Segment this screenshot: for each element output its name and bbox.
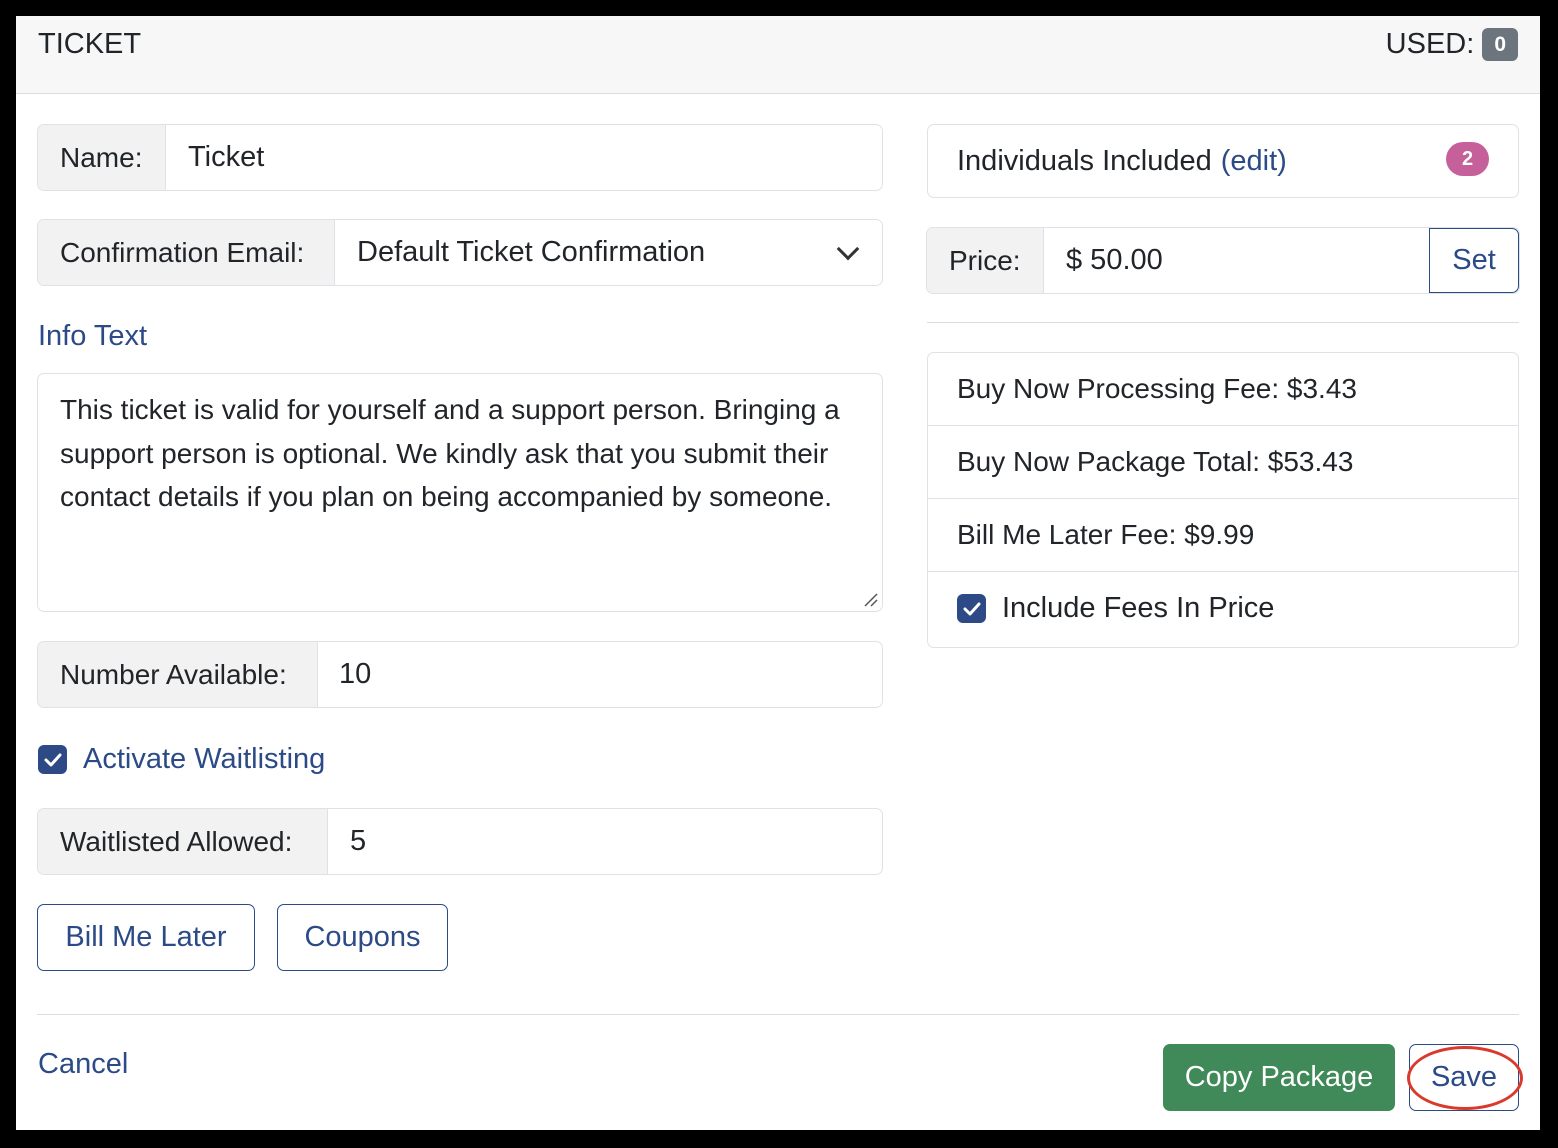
checkmark-icon <box>44 753 61 766</box>
waitlisted-allowed-group: Waitlisted Allowed: 5 <box>37 808 883 875</box>
waitlisted-allowed-label: Waitlisted Allowed: <box>38 809 328 874</box>
number-available-input[interactable]: 10 <box>318 642 882 707</box>
include-fees-label[interactable]: Include Fees In Price <box>1002 592 1274 625</box>
divider <box>927 322 1519 323</box>
confirmation-email-group: Confirmation Email: Default Ticket Confi… <box>37 219 883 286</box>
cancel-link[interactable]: Cancel <box>38 1048 128 1081</box>
individuals-count-badge: 2 <box>1446 142 1489 176</box>
waitlisted-allowed-input[interactable]: 5 <box>328 809 882 874</box>
info-text-textarea[interactable]: This ticket is valid for yourself and a … <box>37 373 883 612</box>
fees-list: Buy Now Processing Fee: $3.43 Buy Now Pa… <box>927 352 1519 648</box>
card-title: TICKET <box>38 28 142 60</box>
coupons-button[interactable]: Coupons <box>277 904 448 971</box>
card-header: TICKET USED: 0 <box>16 16 1540 94</box>
checkmark-icon <box>963 602 980 615</box>
footer-divider <box>37 1014 1519 1015</box>
number-available-group: Number Available: 10 <box>37 641 883 708</box>
used-count-badge: 0 <box>1482 28 1518 61</box>
number-available-label: Number Available: <box>38 642 318 707</box>
resize-handle-icon[interactable] <box>862 591 878 607</box>
copy-package-button[interactable]: Copy Package <box>1163 1044 1395 1111</box>
price-input[interactable]: $ 50.00 <box>1044 228 1429 293</box>
confirmation-email-label: Confirmation Email: <box>38 220 335 285</box>
used-indicator: USED: 0 <box>1386 28 1518 61</box>
confirmation-email-value: Default Ticket Confirmation <box>357 236 706 268</box>
name-input-group: Name: Ticket <box>37 124 883 191</box>
save-button[interactable]: Save <box>1409 1044 1519 1111</box>
individuals-included-label: Individuals Included <box>957 144 1212 177</box>
waitlisting-label[interactable]: Activate Waitlisting <box>83 743 325 776</box>
confirmation-email-select[interactable]: Default Ticket Confirmation <box>335 220 882 285</box>
price-input-group: Price: $ 50.00 Set <box>926 227 1520 294</box>
list-item: Buy Now Package Total: $53.43 <box>928 426 1518 499</box>
name-label: Name: <box>38 125 166 190</box>
info-text-value: This ticket is valid for yourself and a … <box>60 394 840 512</box>
chevron-down-icon <box>836 237 860 260</box>
info-text-label: Info Text <box>38 320 148 352</box>
name-input[interactable]: Ticket <box>166 125 882 190</box>
individuals-edit-link[interactable]: (edit) <box>1221 145 1287 178</box>
list-item: Bill Me Later Fee: $9.99 <box>928 499 1518 572</box>
waitlisting-checkbox[interactable] <box>38 745 67 774</box>
set-price-button[interactable]: Set <box>1429 228 1519 293</box>
individuals-included-box: Individuals Included (edit) 2 <box>927 124 1519 198</box>
price-label: Price: <box>927 228 1044 293</box>
bill-me-later-button[interactable]: Bill Me Later <box>37 904 255 971</box>
activate-waitlisting-row[interactable]: Activate Waitlisting <box>38 743 325 776</box>
used-label: USED: <box>1385 28 1475 60</box>
include-fees-checkbox[interactable] <box>957 594 986 623</box>
list-item: Buy Now Processing Fee: $3.43 <box>928 353 1518 426</box>
ticket-card: TICKET USED: 0 Name: Ticket Confirmation… <box>16 16 1540 1130</box>
include-fees-row[interactable]: Include Fees In Price <box>928 572 1518 645</box>
